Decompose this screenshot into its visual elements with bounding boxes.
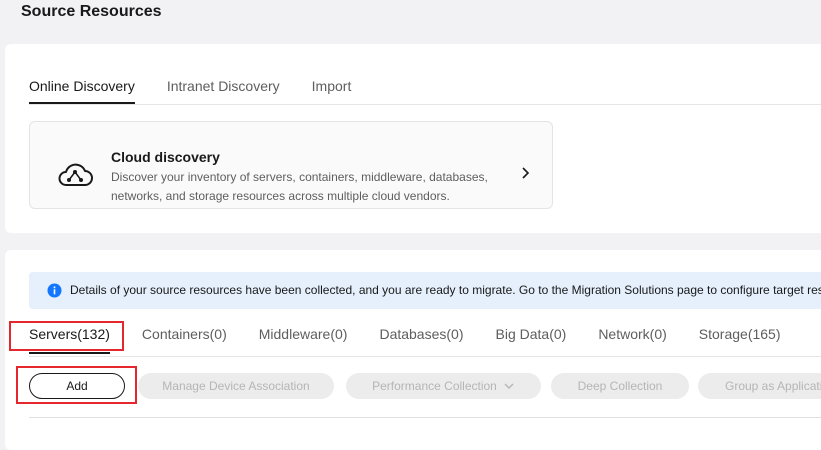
tab-import[interactable]: Import [312,78,352,104]
tab-network[interactable]: Network(0) [598,326,666,354]
tab-middleware[interactable]: Middleware(0) [259,326,348,354]
discovery-tabs: Online Discovery Intranet Discovery Impo… [29,78,383,104]
manage-device-association-button[interactable]: Manage Device Association [138,373,334,399]
tab-intranet-discovery[interactable]: Intranet Discovery [167,78,280,104]
tab-containers[interactable]: Containers(0) [142,326,227,354]
chevron-right-icon [522,167,530,179]
resource-tabs: Servers(132) Containers(0) Middleware(0)… [29,326,813,354]
resource-tabs-divider [29,356,821,357]
cloud-discovery-title: Cloud discovery [111,149,220,165]
chevron-down-icon [504,383,514,389]
page-title: Source Resources [21,3,162,20]
resources-panel: Details of your source resources have be… [5,250,821,450]
table-border [29,417,821,418]
group-as-application-button[interactable]: Group as Applicati [698,373,821,399]
cloud-discovery-description: Discover your inventory of servers, cont… [111,170,488,203]
tab-storage[interactable]: Storage(165) [699,326,781,354]
cloud-discovery-card[interactable]: Cloud discovery Discover your inventory … [29,121,553,209]
info-banner-text: Details of your source resources have be… [70,283,821,297]
cloud-network-icon [58,163,93,186]
tabs-divider [29,104,821,105]
performance-collection-button[interactable]: Performance Collection [346,373,541,399]
performance-collection-label: Performance Collection [372,379,497,393]
discovery-panel: Online Discovery Intranet Discovery Impo… [5,44,821,233]
deep-collection-button[interactable]: Deep Collection [551,373,689,399]
info-icon [47,283,62,298]
info-banner: Details of your source resources have be… [29,272,821,309]
servers-tab-highlight [9,321,124,351]
tab-online-discovery[interactable]: Online Discovery [29,78,135,104]
tab-big-data[interactable]: Big Data(0) [496,326,567,354]
add-button-highlight [16,366,137,404]
tab-databases[interactable]: Databases(0) [379,326,463,354]
